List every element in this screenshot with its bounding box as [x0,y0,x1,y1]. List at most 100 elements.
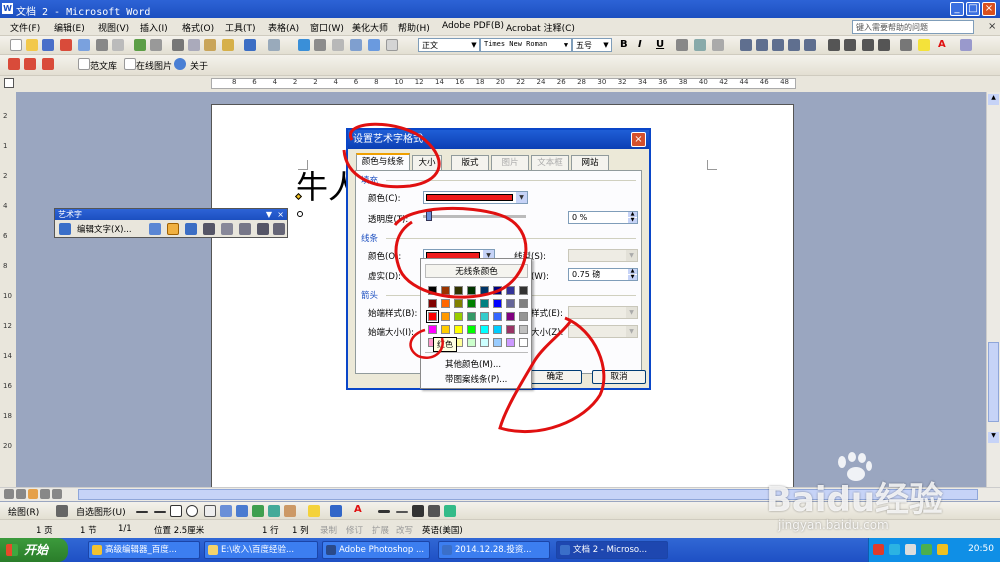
text-wrapping-icon[interactable] [203,223,215,235]
same-height-icon[interactable] [221,223,233,235]
align-center-icon[interactable] [756,39,768,51]
color-swatch[interactable] [506,312,515,321]
menu-view[interactable]: 视图(V) [98,21,129,34]
oval-tool-icon[interactable] [186,505,198,517]
style-select[interactable]: 正文 ▼ [418,38,480,52]
menu-help[interactable]: 帮助(H) [398,21,430,34]
insert-wordart-icon[interactable] [59,223,71,235]
justify-icon[interactable] [788,39,800,51]
menu-insert[interactable]: 插入(I) [140,21,168,34]
weight-spinner[interactable]: 0.75 磅 ▲ ▼ [568,268,638,281]
color-swatch[interactable] [493,299,502,308]
undo-icon[interactable] [244,39,256,51]
tab-web[interactable]: 网站 [571,155,609,170]
highlight-icon[interactable] [918,39,930,51]
security-icon[interactable] [921,544,932,555]
close-button[interactable]: × [982,2,996,16]
ok-button[interactable]: 确定 [528,370,582,384]
color-swatch[interactable] [454,286,463,295]
format-wordart-icon[interactable] [167,223,179,235]
menu-acrobat[interactable]: Acrobat 注释(C) [506,21,575,34]
menu-format[interactable]: 格式(O) [182,21,214,34]
format-painter-icon[interactable] [222,39,234,51]
tab-colors-lines[interactable]: 颜色与线条 [356,153,410,171]
color-swatch[interactable] [519,312,528,321]
vertical-scrollbar[interactable]: ▲ ▼ [986,92,1000,487]
copy-icon[interactable] [188,39,200,51]
start-button[interactable]: 开始 [0,538,68,562]
task-photoshop[interactable]: Adobe Photoshop ... [322,541,430,559]
outside-border-icon[interactable] [900,39,912,51]
scroll-up-icon[interactable]: ▲ [988,94,999,105]
insert-wordart-draw-icon[interactable] [236,505,248,517]
no-line-color-option[interactable]: 无线条颜色 [425,264,528,278]
increase-indent-icon[interactable] [878,39,890,51]
new-doc-icon[interactable] [10,39,22,51]
columns-icon[interactable] [350,39,362,51]
spelling-icon[interactable] [134,39,146,51]
picture-icon[interactable] [284,505,296,517]
status-rec[interactable]: 录制 [320,524,337,536]
menu-file[interactable]: 文件(F) [10,21,40,34]
line-style-icon[interactable] [378,510,390,513]
normal-view-icon[interactable] [4,489,14,499]
cut-icon[interactable] [172,39,184,51]
color-swatch[interactable] [441,286,450,295]
menu-adobe-pdf[interactable]: Adobe PDF(B) [442,21,504,31]
network-icon[interactable] [905,544,916,555]
spin-down-icon[interactable]: ▼ [628,218,637,223]
italic-button[interactable]: I [638,39,642,50]
online-image-button[interactable]: 在线图片 [136,59,172,72]
cancel-button[interactable]: 取消 [592,370,646,384]
char-shading-icon[interactable] [694,39,706,51]
print-preview-icon[interactable] [112,39,124,51]
bullets-icon[interactable] [844,39,856,51]
tables-borders-icon[interactable] [314,39,326,51]
fanwenku-button[interactable]: 范文库 [90,59,117,72]
close-icon[interactable]: × [277,209,284,220]
color-swatch[interactable] [493,338,502,347]
print-view-icon[interactable] [28,489,38,499]
pdf-icon[interactable] [60,39,72,51]
insert-table-icon[interactable] [332,39,344,51]
print-icon[interactable] [96,39,108,51]
restore-button[interactable]: □ [966,2,980,16]
fill-color-select[interactable]: ▼ [423,191,528,204]
tab-layout[interactable]: 版式 [451,155,489,170]
pdf-email-icon[interactable] [24,58,36,70]
task-explorer[interactable]: E:\收入\百度经验... [204,541,318,559]
arrow-style-icon[interactable] [412,505,424,517]
tab-size[interactable]: 大小 [412,155,442,170]
line-color-icon[interactable] [330,505,342,517]
transparency-slider[interactable] [423,215,526,218]
spin-down-icon[interactable]: ▼ [628,275,637,280]
color-swatch[interactable] [467,312,476,321]
open-icon[interactable] [26,39,38,51]
alignment-icon[interactable] [257,223,269,235]
color-swatch[interactable] [506,325,515,334]
tab-selector-icon[interactable] [4,78,14,88]
patterned-lines-option[interactable]: 带图案线条(P)... [445,373,507,385]
sogou-icon[interactable] [873,544,884,555]
color-swatch[interactable] [454,299,463,308]
color-swatch[interactable] [506,338,515,347]
wordart-gallery-icon[interactable] [149,223,161,235]
color-swatch[interactable] [519,286,528,295]
color-swatch[interactable] [441,299,450,308]
pdf-convert-icon[interactable] [8,58,20,70]
color-swatch[interactable] [467,338,476,347]
transparency-spinner[interactable]: 0 % ▲ ▼ [568,211,638,224]
color-swatch[interactable] [441,312,450,321]
doc-close-icon[interactable]: × [988,21,996,32]
status-trk[interactable]: 修订 [346,524,363,536]
color-swatch[interactable] [480,338,489,347]
font-color-draw-icon[interactable]: A [354,504,362,515]
color-swatch[interactable] [480,299,489,308]
scroll-thumb[interactable] [988,342,999,422]
outline-view-icon[interactable] [40,489,50,499]
color-swatch[interactable] [519,299,528,308]
reading-view-icon[interactable] [52,489,62,499]
autoshapes-button[interactable]: 自选图形(U) [76,505,126,518]
task-document[interactable]: 2014.12.28.投资... [438,541,550,559]
wordart-shape-icon[interactable] [185,223,197,235]
